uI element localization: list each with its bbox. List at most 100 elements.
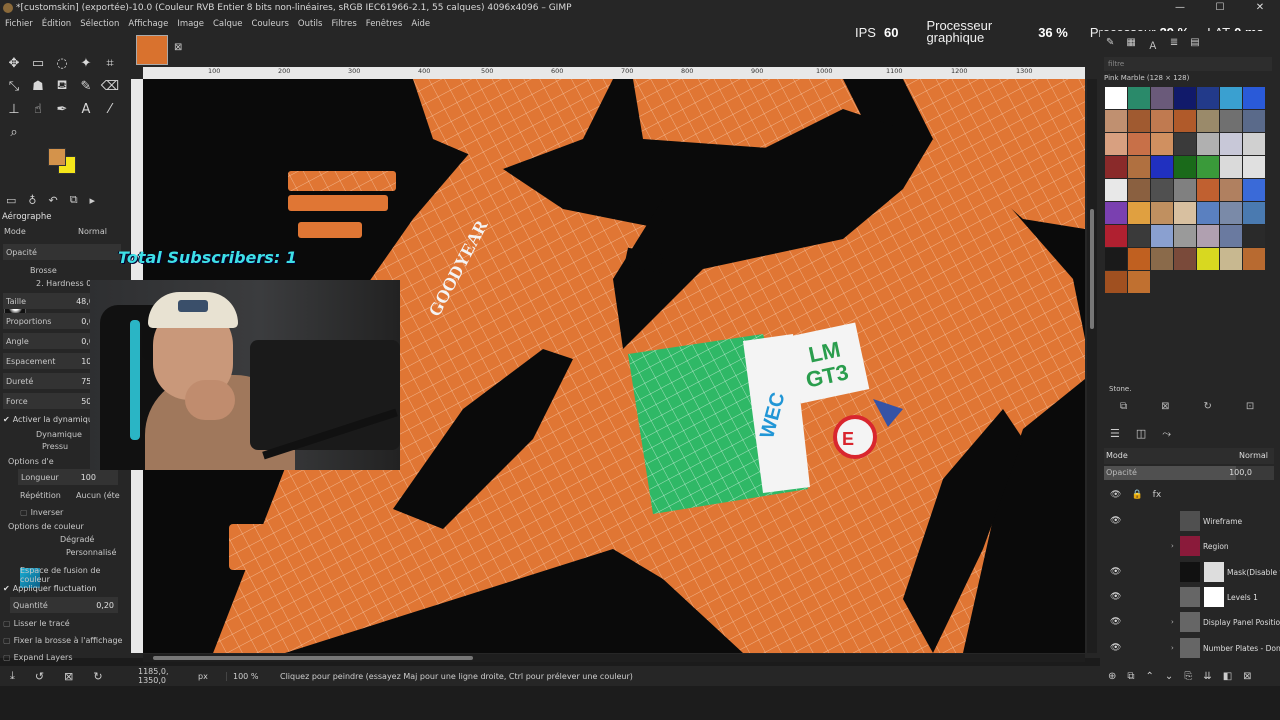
save-options-icon[interactable]: ⤓ <box>10 669 15 683</box>
patterns-tab-icon[interactable]: ▦ <box>1126 37 1135 52</box>
expand-layers-checkbox[interactable]: Expand Layers <box>3 653 73 662</box>
pattern-swatch[interactable] <box>1151 179 1173 201</box>
foreground-color-swatch[interactable] <box>48 148 66 166</box>
invert-checkbox[interactable]: Inverser <box>20 508 64 517</box>
eye-icon[interactable]: 👁 <box>1110 592 1121 602</box>
pattern-swatch[interactable] <box>1128 248 1150 270</box>
lasso-tool-icon[interactable]: ◌ <box>52 53 72 73</box>
pattern-swatch[interactable] <box>1105 179 1127 201</box>
expand-arrow-icon[interactable]: › <box>1171 542 1174 550</box>
clone-tool-icon[interactable]: ⊥ <box>4 99 24 119</box>
pattern-swatch[interactable] <box>1151 225 1173 247</box>
layer-row[interactable]: 👁 › Number Plates - Don' <box>1104 636 1280 660</box>
pattern-swatch[interactable] <box>1174 248 1196 270</box>
raise-layer-icon[interactable]: ⌃ <box>1146 671 1154 682</box>
new-group-icon[interactable]: ⧉ <box>1127 671 1134 682</box>
pattern-swatch[interactable] <box>1105 225 1127 247</box>
pattern-swatch[interactable] <box>1220 133 1242 155</box>
pattern-swatch[interactable] <box>1243 225 1265 247</box>
edit-pattern-icon[interactable]: ⧉ <box>1120 401 1127 412</box>
opacity-slider[interactable]: Opacité <box>3 244 121 260</box>
unit-select[interactable]: px <box>198 672 226 681</box>
pattern-swatch[interactable] <box>1243 87 1265 109</box>
menu-file[interactable]: Fichier <box>5 19 33 29</box>
transform-tool-icon[interactable]: ⤡ <box>4 76 24 96</box>
crop-tool-icon[interactable]: ⌗ <box>100 53 120 73</box>
image-tab-thumbnail[interactable] <box>136 35 168 65</box>
pattern-swatch[interactable] <box>1151 248 1173 270</box>
paths-tab-icon[interactable]: ⤳ <box>1162 427 1171 441</box>
menu-view[interactable]: Affichage <box>128 19 168 29</box>
pattern-swatch[interactable] <box>1197 110 1219 132</box>
pattern-swatch[interactable] <box>1174 179 1196 201</box>
pattern-swatch[interactable] <box>1151 110 1173 132</box>
dynamics-checkbox[interactable]: Activer la dynamique <box>3 415 98 424</box>
length-slider[interactable]: Longueur 100 <box>18 469 118 485</box>
pattern-filter-input[interactable]: filtre <box>1104 57 1272 71</box>
eye-icon[interactable]: 👁 <box>1110 567 1121 577</box>
brushes-tab-icon[interactable]: ✎ <box>1106 37 1114 52</box>
pattern-swatch[interactable] <box>1128 133 1150 155</box>
pattern-swatch[interactable] <box>1243 133 1265 155</box>
menu-select[interactable]: Sélection <box>80 19 119 29</box>
delete-options-icon[interactable]: ⊠ <box>64 670 73 683</box>
merge-layer-icon[interactable]: ⇊ <box>1203 671 1211 682</box>
expand-arrow-icon[interactable]: › <box>1171 644 1174 652</box>
pattern-swatch[interactable] <box>1128 156 1150 178</box>
layer-row[interactable]: › Region <box>1104 534 1280 558</box>
pattern-swatch[interactable] <box>1243 156 1265 178</box>
menu-edit[interactable]: Édition <box>42 19 71 29</box>
channels-tab-icon[interactable]: ◫ <box>1136 427 1146 441</box>
pattern-swatch[interactable] <box>1128 225 1150 247</box>
eye-icon[interactable]: 👁 <box>1110 516 1121 526</box>
expand-arrow-icon[interactable]: › <box>1171 618 1174 626</box>
duplicate-layer-icon[interactable]: ⎘ <box>1184 671 1192 682</box>
layer-row[interactable]: 👁 › Display Panel Position <box>1104 610 1280 634</box>
pattern-swatch[interactable] <box>1197 179 1219 201</box>
pattern-swatch[interactable] <box>1220 156 1242 178</box>
pattern-swatch[interactable] <box>1220 248 1242 270</box>
warp-tool-icon[interactable]: ☗ <box>28 76 48 96</box>
tab-menu-icon[interactable]: ▸ <box>90 194 96 207</box>
menu-image[interactable]: Image <box>177 19 204 29</box>
pattern-swatch[interactable] <box>1220 179 1242 201</box>
images-tab-icon[interactable]: ⧉ <box>70 193 78 207</box>
lower-layer-icon[interactable]: ⌄ <box>1165 671 1173 682</box>
open-pattern-icon[interactable]: ⊡ <box>1246 401 1254 412</box>
pattern-swatch[interactable] <box>1174 156 1196 178</box>
pattern-swatch[interactable] <box>1105 133 1127 155</box>
pattern-swatch[interactable] <box>1128 87 1150 109</box>
fuzzy-select-tool-icon[interactable]: ✦ <box>76 53 96 73</box>
tool-options-tab-icon[interactable]: ▭ <box>6 194 16 207</box>
device-status-tab-icon[interactable]: ♁ <box>28 194 36 207</box>
menu-colors[interactable]: Couleurs <box>251 19 288 29</box>
pattern-swatch[interactable] <box>1197 225 1219 247</box>
gradients-tab-icon[interactable]: ≣ <box>1170 37 1178 52</box>
eraser-tool-icon[interactable]: ⌫ <box>100 76 120 96</box>
new-layer-icon[interactable]: ⊕ <box>1108 671 1116 682</box>
pattern-swatch[interactable] <box>1220 202 1242 224</box>
pattern-swatch[interactable] <box>1197 156 1219 178</box>
paths-tool-icon[interactable]: ✒ <box>52 99 72 119</box>
lock-header-icon[interactable]: 🔒 <box>1131 490 1142 500</box>
layer-row[interactable]: 👁 Levels 1 <box>1104 585 1280 609</box>
pattern-swatch[interactable] <box>1128 179 1150 201</box>
rect-select-tool-icon[interactable]: ▭ <box>28 53 48 73</box>
menu-layer[interactable]: Calque <box>213 19 243 29</box>
pattern-swatch[interactable] <box>1105 110 1127 132</box>
layer-mode-select[interactable]: Normal <box>1239 448 1268 464</box>
fonts-tab-icon[interactable]: Ａ <box>1148 37 1158 52</box>
horizontal-scrollbar[interactable] <box>143 654 1085 662</box>
vertical-scrollbar[interactable] <box>1087 79 1097 653</box>
pattern-swatch[interactable] <box>1151 202 1173 224</box>
pattern-swatch[interactable] <box>1128 271 1150 293</box>
move-tool-icon[interactable]: ✥ <box>4 53 24 73</box>
menu-filters[interactable]: Filtres <box>331 19 356 29</box>
zoom-tool-icon[interactable]: ⌕ <box>4 122 24 142</box>
zoom-select[interactable]: 100 % <box>226 671 270 681</box>
pattern-swatch[interactable] <box>1220 110 1242 132</box>
pattern-swatch[interactable] <box>1197 133 1219 155</box>
bucket-fill-tool-icon[interactable]: ⛾ <box>52 76 72 96</box>
pattern-swatch[interactable] <box>1243 248 1265 270</box>
smooth-stroke-checkbox[interactable]: Lisser le tracé <box>3 619 70 628</box>
